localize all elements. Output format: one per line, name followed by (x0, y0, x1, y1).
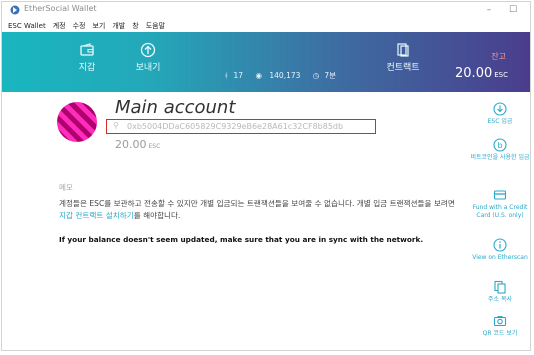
send-arrow-icon (140, 42, 156, 58)
download-icon (493, 102, 507, 116)
time-ago: 7분 (324, 71, 336, 80)
qr-camera-icon (493, 316, 507, 327)
account-address[interactable]: 0xb5004DDaC605829C9329eB6e28A61c32CF8b85… (127, 122, 343, 131)
total-balance: 20.00 ESC (455, 66, 508, 81)
block-number: 140,173 (269, 71, 301, 80)
balance-label: 잔고 (491, 52, 506, 61)
nav-wallet-button[interactable]: 지갑 (72, 42, 102, 73)
peers-icon: ᚼ (224, 71, 229, 80)
clock-icon: ◷ (312, 71, 320, 80)
show-qr-code-label: QR 코드 보기 (482, 330, 518, 337)
minimize-button[interactable]: – (478, 3, 500, 17)
nav-contracts-button[interactable]: 컨트랙트 (380, 42, 426, 73)
show-qr-code-button[interactable]: QR 코드 보기 (470, 314, 530, 338)
account-name: Main account (115, 97, 236, 118)
account-balance-unit: ESC (148, 143, 161, 150)
wallet-icon (80, 43, 94, 56)
app-window: EtherSocial Wallet – ☐ ESC Wallet 계정 수정 … (1, 1, 531, 351)
menu-develop[interactable]: 개발 (112, 21, 125, 31)
deposit-bitcoin-label: 비트코인을 사용한 입금 (470, 154, 530, 161)
memo-text: 계정들은 ESC를 보관하고 전송할 수 있지만 개별 입금되는 트랜잭션들을 … (59, 198, 459, 222)
account-details: Main account ⚲ 0xb5004DDaC605829C9329eB6… (2, 92, 470, 350)
nav-contracts-label: 컨트랙트 (386, 63, 420, 73)
deposit-esc-button[interactable]: ESC 입금 (470, 102, 530, 126)
key-icon: ⚲ (113, 121, 119, 130)
info-icon (493, 238, 507, 252)
memo-text-after: 를 해야합니다. (133, 211, 181, 220)
nav-send-button[interactable]: 보내기 (128, 42, 168, 73)
menu-esc-wallet[interactable]: ESC Wallet (8, 22, 46, 30)
title-bar: EtherSocial Wallet – ☐ (2, 2, 530, 19)
sync-warning: If your balance doesn't seem updated, ma… (59, 235, 424, 244)
account-balance: 20.00 ESC (115, 138, 160, 151)
menu-bar: ESC Wallet 계정 수정 보기 개발 창 도움말 (2, 19, 530, 32)
contract-icon (397, 43, 409, 57)
menu-help[interactable]: 도움말 (146, 21, 165, 31)
menu-window[interactable]: 창 (132, 21, 138, 31)
maximize-button[interactable]: ☐ (502, 3, 524, 17)
memo-label: 메모 (59, 183, 73, 192)
peers-count: 17 (233, 71, 244, 80)
account-address-box[interactable]: ⚲ 0xb5004DDaC605829C9329eB6e28A61c32CF8b… (106, 119, 376, 134)
account-actions-sidebar: ESC 입금 b 비트코인을 사용한 입금 Fund with a Credit… (470, 92, 530, 350)
wallet-header: 지갑 보내기 ᚼ 17 ◉ 140,173 ◷ 7분 컨트랙트 잔고 20.00 ES… (2, 32, 530, 92)
block-icon: ◉ (255, 71, 265, 80)
copy-address-button[interactable]: 주소 복사 (470, 280, 530, 304)
svg-text:b: b (497, 141, 502, 150)
memo-text-before: 계정들은 ESC를 보관하고 전송할 수 있지만 개별 입금되는 트랜잭션들을 … (59, 199, 455, 208)
bitcoin-icon: b (493, 138, 507, 152)
credit-card-button[interactable]: Fund with a Credit Card (U.S. only) (470, 188, 530, 220)
nav-send-label: 보내기 (135, 63, 161, 73)
credit-card-label: Fund with a Credit Card (U.S. only) (472, 204, 528, 219)
menu-account[interactable]: 계정 (53, 21, 66, 31)
copy-icon (494, 280, 506, 294)
account-balance-value: 20.00 (115, 138, 147, 151)
credit-card-icon (493, 190, 507, 200)
total-balance-unit: ESC (494, 71, 508, 79)
copy-address-label: 주소 복사 (488, 296, 512, 303)
menu-view[interactable]: 보기 (92, 21, 105, 31)
deposit-bitcoin-button[interactable]: b 비트코인을 사용한 입금 (470, 138, 530, 162)
account-avatar (57, 102, 97, 142)
app-logo-icon (10, 5, 20, 15)
block-status: ◉ 140,173 (255, 71, 305, 80)
menu-edit[interactable]: 수정 (73, 21, 86, 31)
install-wallet-contract-link[interactable]: 지갑 컨트랙트 설치하기 (59, 211, 134, 220)
peers-status: ᚼ 17 (224, 71, 248, 80)
view-on-etherscan-label: View on Etherscan (472, 254, 528, 261)
total-balance-value: 20.00 (455, 66, 493, 81)
time-status: ◷ 7분 (313, 71, 341, 80)
view-on-etherscan-button[interactable]: View on Etherscan (470, 238, 530, 262)
nav-wallet-label: 지갑 (78, 63, 96, 73)
network-status: ᚼ 17 ◉ 140,173 ◷ 7분 (224, 70, 346, 81)
deposit-esc-label: ESC 입금 (487, 118, 513, 125)
window-title: EtherSocial Wallet (24, 4, 97, 13)
